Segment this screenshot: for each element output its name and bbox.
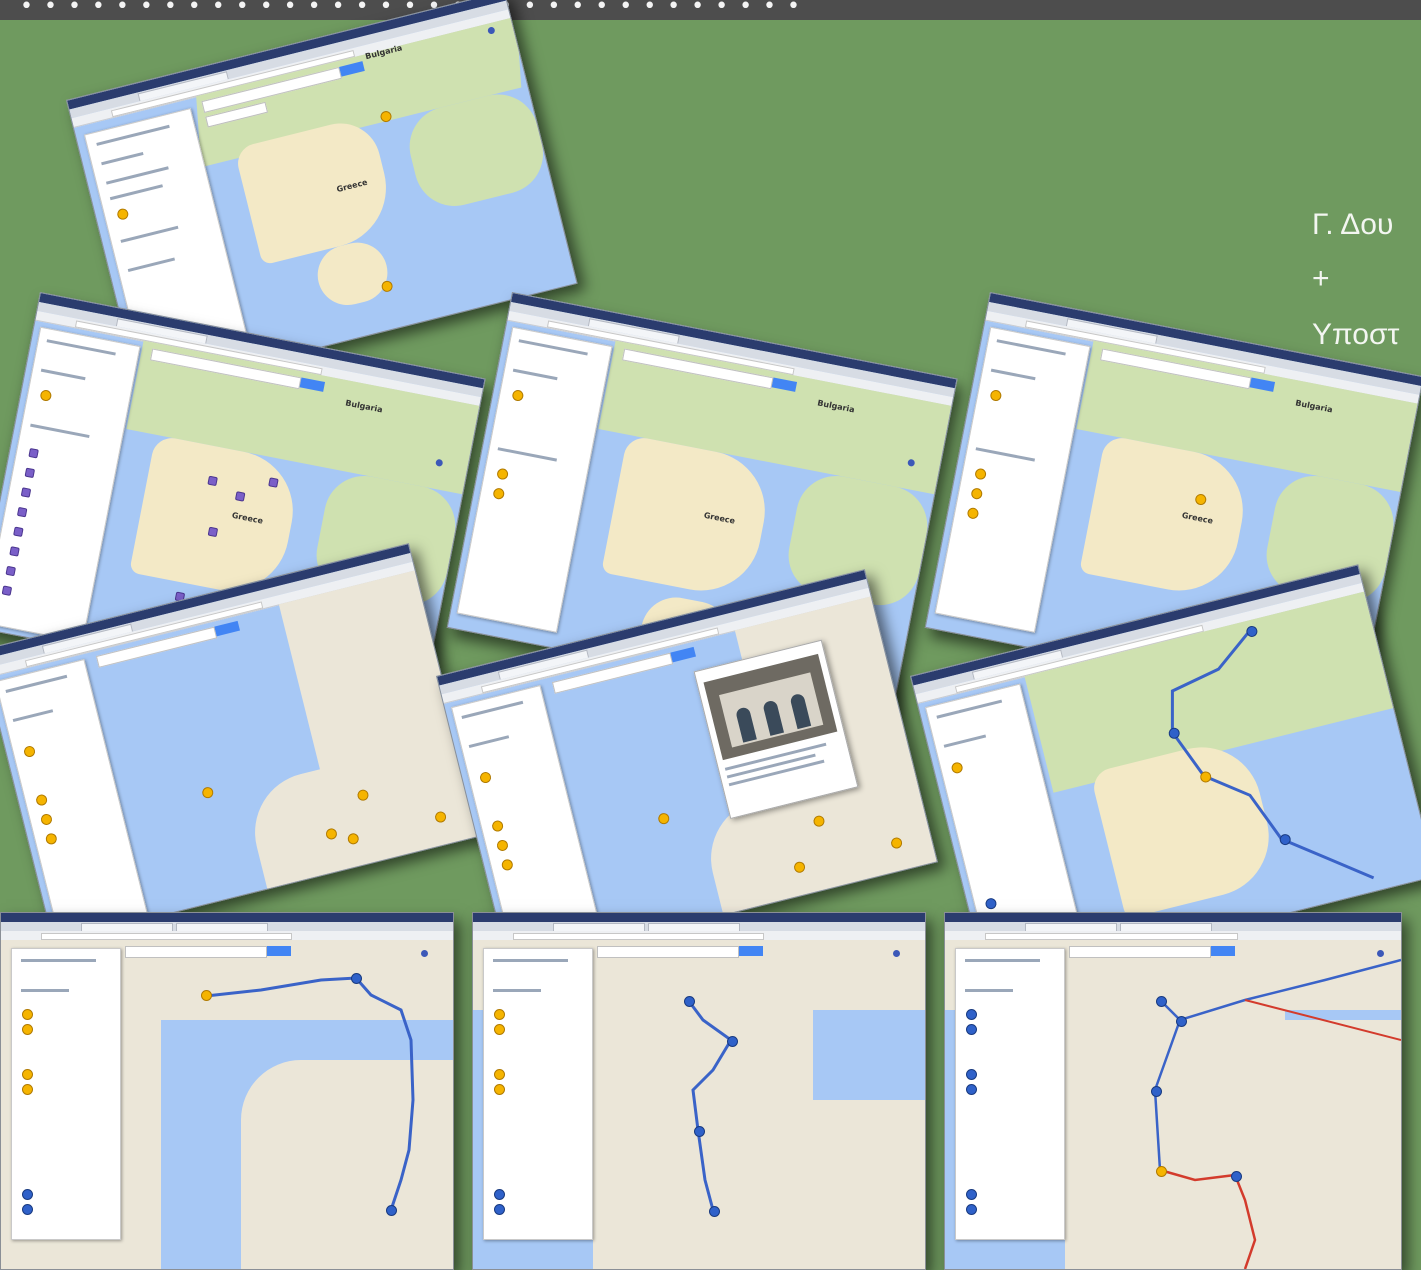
tab[interactable] xyxy=(1120,923,1212,931)
tab[interactable] xyxy=(1025,923,1117,931)
author-line: Γ. Δου xyxy=(1312,208,1394,241)
tab[interactable] xyxy=(553,923,645,931)
map-view[interactable] xyxy=(1,940,453,1269)
support-line: Υποστ xyxy=(1312,318,1400,351)
search-icon[interactable] xyxy=(670,646,697,663)
screenshot-map-route-c xyxy=(944,912,1402,1270)
screenshot-map-route-b xyxy=(472,912,926,1270)
tab[interactable] xyxy=(81,923,173,931)
screenshot-map-route-a xyxy=(0,912,454,1270)
route-line xyxy=(1153,958,1401,1269)
map-view[interactable] xyxy=(945,940,1401,1269)
plus-line: + xyxy=(1312,262,1330,295)
top-strip-text: • • • • • • • • • • • • • • • • • • • • … xyxy=(20,0,803,16)
map-view[interactable] xyxy=(473,940,925,1269)
route-line xyxy=(686,999,733,1211)
layers-panel[interactable] xyxy=(0,326,141,643)
map-pin-icon[interactable] xyxy=(380,279,394,294)
map-view[interactable] xyxy=(0,570,482,941)
top-strip: • • • • • • • • • • • • • • • • • • • • … xyxy=(0,0,1421,20)
search-icon[interactable] xyxy=(214,620,241,637)
route-line xyxy=(205,976,415,1211)
tab[interactable] xyxy=(176,923,268,931)
map-pin-icon xyxy=(116,207,130,221)
layers-panel[interactable] xyxy=(456,326,613,633)
layers-panel[interactable] xyxy=(0,659,148,936)
layers-panel[interactable] xyxy=(934,326,1091,633)
tab[interactable] xyxy=(648,923,740,931)
